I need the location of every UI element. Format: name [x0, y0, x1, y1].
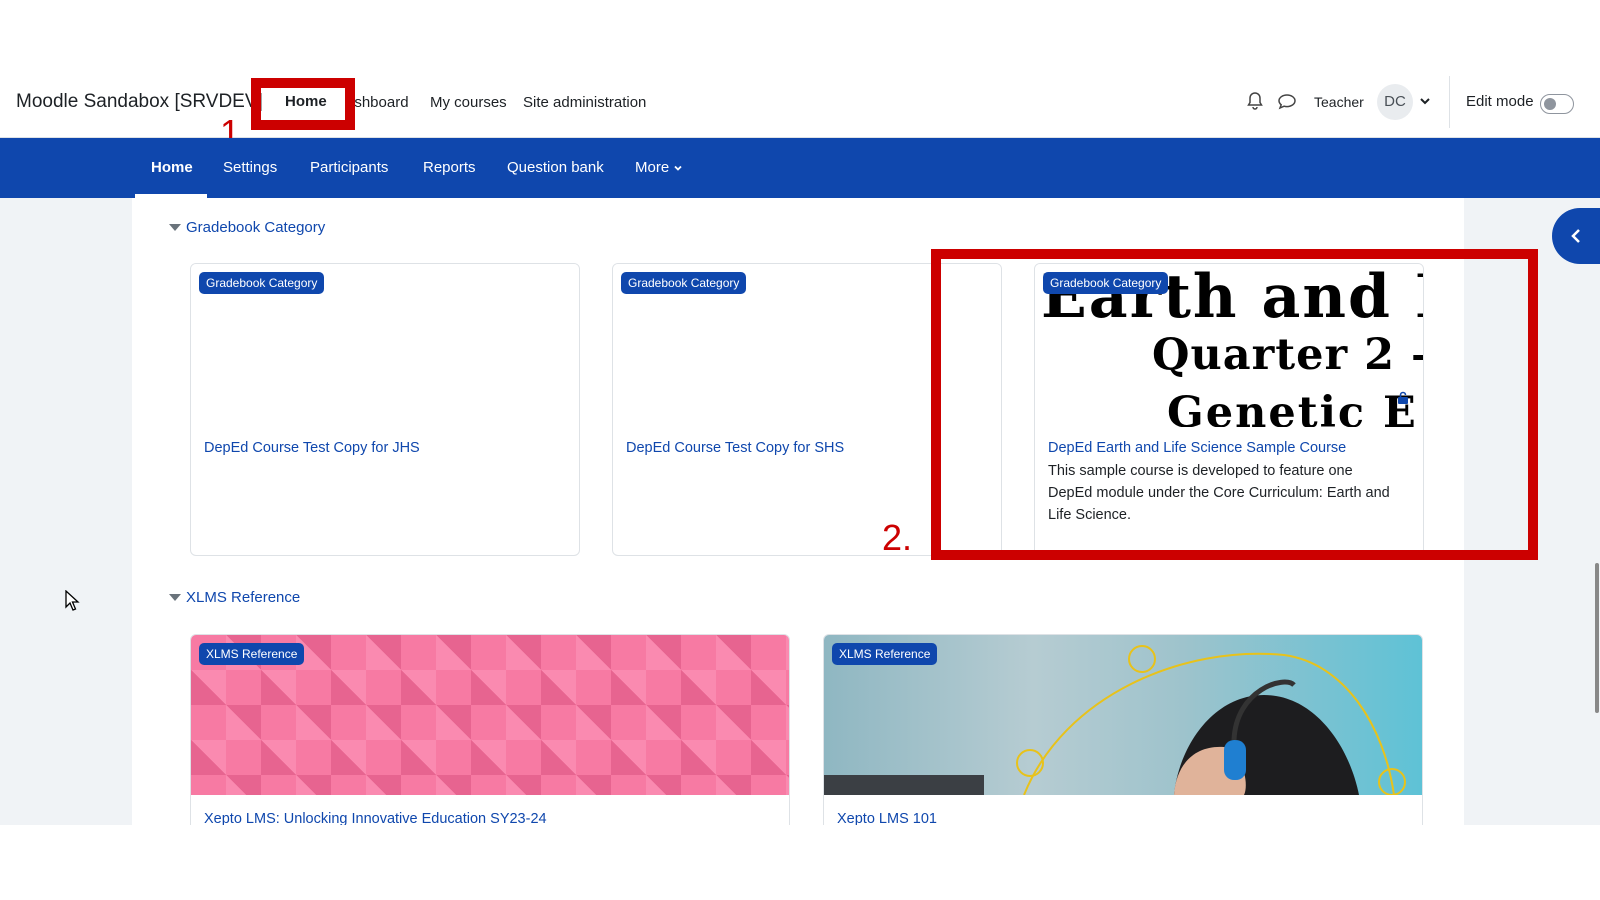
course-title-link[interactable]: DepEd Course Test Copy for JHS — [204, 440, 420, 456]
course-title-link[interactable]: DepEd Course Test Copy for SHS — [626, 440, 844, 456]
highlight-box-course — [931, 249, 1538, 560]
tab-participants[interactable]: Participants — [310, 159, 388, 176]
annotation-number-2: 2. — [882, 517, 913, 558]
mouse-cursor-icon — [65, 590, 80, 611]
course-card[interactable]: Gradebook Category DepEd Course Test Cop… — [190, 263, 580, 556]
chevron-down-icon — [674, 165, 682, 171]
chat-icon[interactable] — [1277, 91, 1299, 113]
category-badge: Gradebook Category — [621, 272, 747, 294]
section-heading-xlms-reference[interactable]: XLMS Reference — [169, 589, 300, 606]
viewport: Moodle Sandabox [SRVDEV] Home ashboard M… — [0, 0, 1600, 900]
course-card[interactable]: XLMS Reference Xepto LMS 101 — [823, 634, 1423, 834]
category-badge: Gradebook Category — [199, 272, 325, 294]
category-badge: XLMS Reference — [832, 643, 938, 665]
tab-reports[interactable]: Reports — [423, 159, 476, 176]
section-heading-label: Gradebook Category — [186, 219, 326, 236]
secondary-navigation: Home Settings Participants Reports Quest… — [0, 138, 1600, 198]
open-block-drawer-button[interactable] — [1552, 208, 1600, 264]
collapse-triangle-icon — [169, 593, 181, 601]
bell-icon[interactable] — [1245, 91, 1267, 113]
tab-settings[interactable]: Settings — [223, 159, 277, 176]
category-badge: XLMS Reference — [199, 643, 305, 665]
site-name[interactable]: Moodle Sandabox [SRVDEV] — [16, 91, 263, 113]
tab-more-label: More — [635, 159, 670, 176]
bottom-blank-area — [0, 825, 1600, 900]
edit-mode-label: Edit mode — [1466, 93, 1534, 110]
page-scrollbar[interactable] — [1595, 563, 1599, 713]
section-heading-label: XLMS Reference — [186, 589, 301, 606]
section-heading-gradebook-category[interactable]: Gradebook Category — [169, 219, 325, 236]
avatar[interactable]: DC — [1377, 84, 1413, 120]
nav-dashboard-link[interactable]: ashboard — [350, 94, 409, 111]
user-role-label: Teacher — [1314, 94, 1364, 110]
edit-mode-toggle[interactable] — [1540, 94, 1574, 114]
tab-home[interactable]: Home — [151, 159, 193, 176]
chevron-down-icon[interactable] — [1418, 94, 1432, 108]
tab-more[interactable]: More — [635, 159, 683, 176]
course-card[interactable]: XLMS Reference Xepto LMS: Unlocking Inno… — [190, 634, 790, 834]
tab-question-bank[interactable]: Question bank — [507, 159, 604, 176]
collapse-triangle-icon — [169, 223, 181, 231]
nav-site-administration-link[interactable]: Site administration — [523, 94, 646, 111]
toggle-knob — [1544, 98, 1556, 110]
chevron-left-icon — [1571, 229, 1580, 243]
highlight-box-home — [251, 78, 355, 130]
nav-my-courses-link[interactable]: My courses — [430, 94, 507, 111]
navbar-divider — [1449, 76, 1450, 128]
